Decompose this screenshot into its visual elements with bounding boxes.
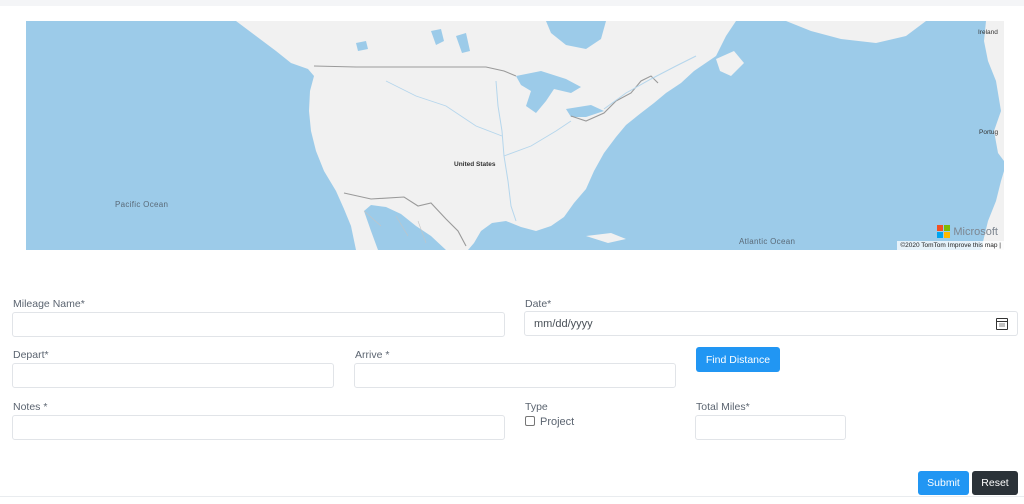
date-input[interactable]: mm/dd/yyyy — [524, 311, 1018, 336]
microsoft-logo-text: Microsoft — [953, 225, 998, 238]
map-land-svg — [26, 21, 1004, 250]
total-miles-input[interactable] — [695, 415, 846, 440]
bottom-divider — [0, 496, 1024, 497]
microsoft-logo-icon — [937, 225, 951, 238]
mileage-name-input[interactable] — [12, 312, 505, 337]
date-placeholder: mm/dd/yyyy — [534, 317, 593, 330]
map-label-portugal: Portug — [979, 129, 999, 136]
reset-button[interactable]: Reset — [972, 471, 1018, 495]
europe-land — [984, 21, 1004, 161]
newfoundland — [716, 51, 744, 76]
calendar-icon[interactable] — [996, 317, 1008, 330]
submit-button[interactable]: Submit — [918, 471, 969, 495]
microsoft-logo: Microsoft — [937, 225, 998, 238]
arrive-input[interactable] — [354, 363, 676, 388]
caribbean-islands — [586, 233, 626, 243]
depart-label: Depart* — [13, 349, 49, 361]
total-miles-label: Total Miles* — [696, 401, 750, 413]
top-bar — [0, 0, 1024, 6]
map-label-atlantic-ocean: Atlantic Ocean — [739, 237, 796, 246]
mileage-name-label: Mileage Name* — [13, 298, 85, 310]
iberia-land — [981, 171, 1004, 250]
map-view[interactable]: United States Pacific Ocean Atlantic Oce… — [26, 21, 1004, 250]
date-label: Date* — [525, 298, 552, 310]
project-checkbox[interactable] — [525, 416, 535, 426]
north-america-land — [26, 21, 736, 250]
map-label-pacific-ocean: Pacific Ocean — [115, 200, 169, 209]
project-checkbox-label[interactable]: Project — [540, 416, 574, 428]
notes-label: Notes * — [13, 401, 48, 413]
notes-input[interactable] — [12, 415, 505, 440]
map-attribution[interactable]: ©2020 TomTom Improve this map | — [897, 241, 1004, 250]
depart-input[interactable] — [12, 363, 334, 388]
map-label-ireland: Ireland — [978, 29, 998, 36]
arrive-label: Arrive * — [355, 349, 390, 361]
map-label-united-states: United States — [454, 161, 496, 168]
greenland-land — [786, 21, 926, 43]
find-distance-button[interactable]: Find Distance — [696, 347, 780, 372]
type-label: Type — [525, 401, 548, 413]
